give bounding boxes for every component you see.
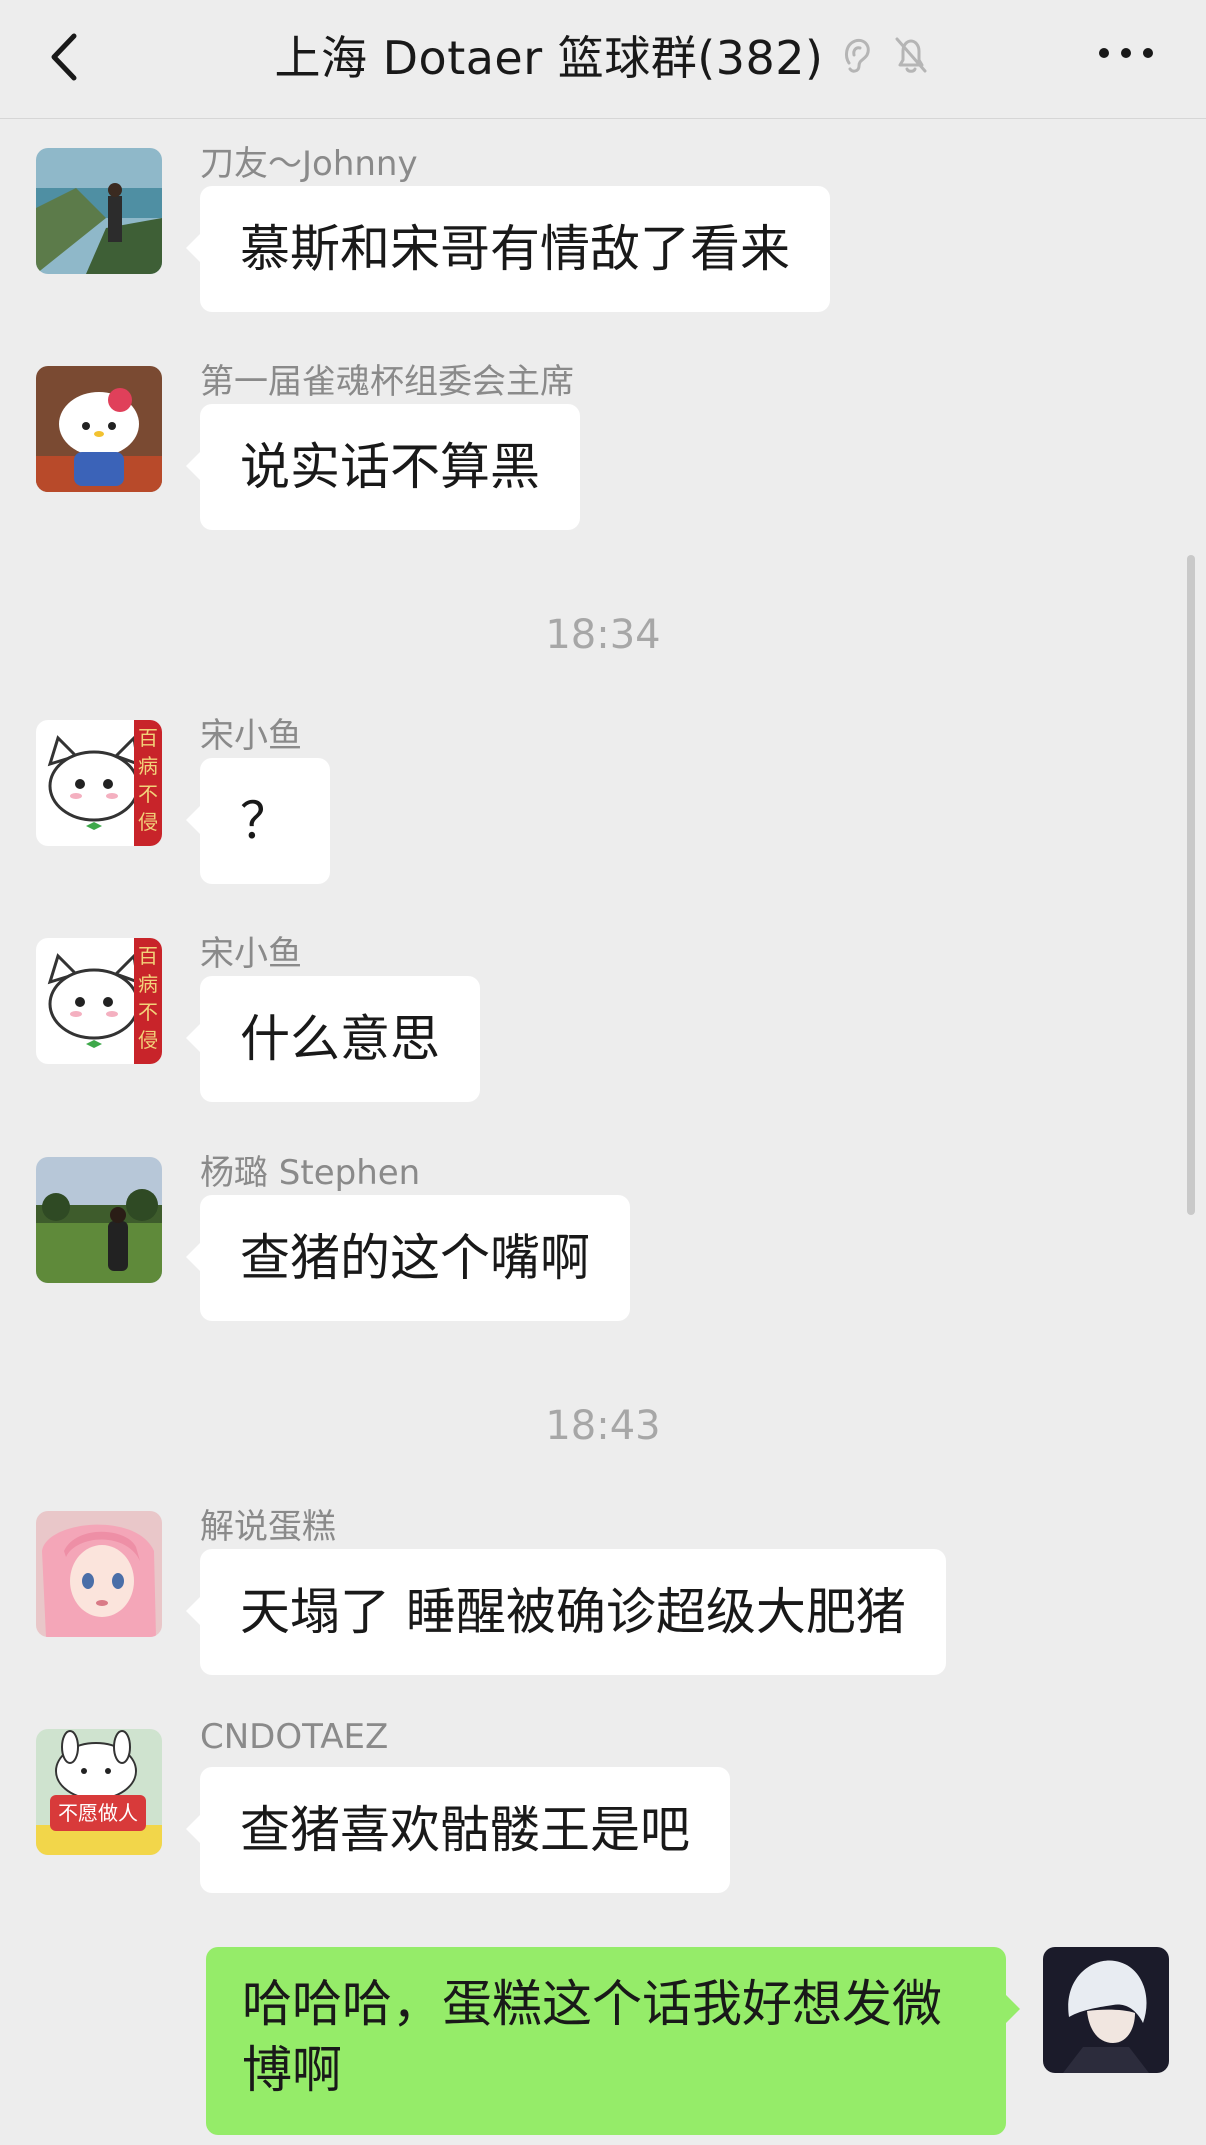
avatar-sign-text: 百病不侵	[138, 726, 158, 834]
bunny-avatar-icon	[36, 1729, 162, 1855]
anime-girl-avatar-icon	[36, 1511, 162, 1637]
park-avatar-icon	[36, 1157, 162, 1283]
message-bubble[interactable]: 慕斯和宋哥有情敌了看来	[186, 186, 830, 312]
chat-screen: { "header": { "title": "上海 Dotaer 篮球群(38…	[0, 0, 1206, 2145]
earpiece-icon	[845, 38, 871, 73]
avatar[interactable]	[36, 1511, 162, 1637]
mute-bell-icon	[895, 37, 927, 73]
self-message-bubble[interactable]: 哈哈哈，蛋糕这个话我好想发微博啊	[206, 1947, 1020, 2135]
scrollbar[interactable]	[1187, 555, 1195, 1215]
avatar[interactable]	[36, 1157, 162, 1283]
scenic-avatar-icon	[36, 148, 162, 274]
sender-name: 杨璐 Stephen	[200, 1153, 421, 1193]
message-bubble[interactable]: 说实话不算黑	[186, 404, 580, 530]
sender-name: 宋小鱼	[200, 934, 302, 974]
self-avatar[interactable]	[1043, 1947, 1169, 2073]
message-bubble[interactable]: 天塌了 睡醒被确诊超级大肥猪	[186, 1549, 946, 1675]
more-icon[interactable]	[1096, 38, 1156, 68]
timestamp: 18:34	[545, 612, 661, 658]
avatar-sign-text: 百病不侵	[138, 944, 158, 1052]
avatar-shirt-text: 不愿做人	[58, 1801, 138, 1825]
avatar[interactable]: 不愿做人	[36, 1729, 162, 1855]
chat-title: 上海 Dotaer 篮球群(382)	[274, 31, 824, 85]
sender-name: 第一届雀魂杯组委会主席	[200, 362, 574, 402]
white-hair-avatar-icon	[1043, 1947, 1169, 2073]
avatar[interactable]: 百病不侵	[36, 720, 162, 846]
sender-name: CNDOTAEZ	[200, 1717, 389, 1757]
hello-kitty-avatar-icon	[36, 366, 162, 492]
sender-name: 宋小鱼	[200, 716, 302, 756]
message-bubble[interactable]: 查猪喜欢骷髅王是吧	[186, 1767, 730, 1893]
timestamp: 18:43	[545, 1403, 661, 1449]
sender-name: 解说蛋糕	[200, 1507, 336, 1547]
sender-name: 刀友～Johnny	[200, 144, 418, 184]
avatar[interactable]	[36, 148, 162, 274]
title-group: 上海 Dotaer 篮球群(382)	[0, 20, 1206, 90]
message-bubble[interactable]: 什么意思	[186, 976, 480, 1102]
message-bubble[interactable]: 查猪的这个嘴啊	[186, 1195, 630, 1321]
message-bubble[interactable]: ？	[186, 758, 330, 884]
chat-header: 上海 Dotaer 篮球群(382)	[0, 0, 1206, 119]
avatar[interactable]	[36, 366, 162, 492]
avatar[interactable]: 百病不侵	[36, 938, 162, 1064]
